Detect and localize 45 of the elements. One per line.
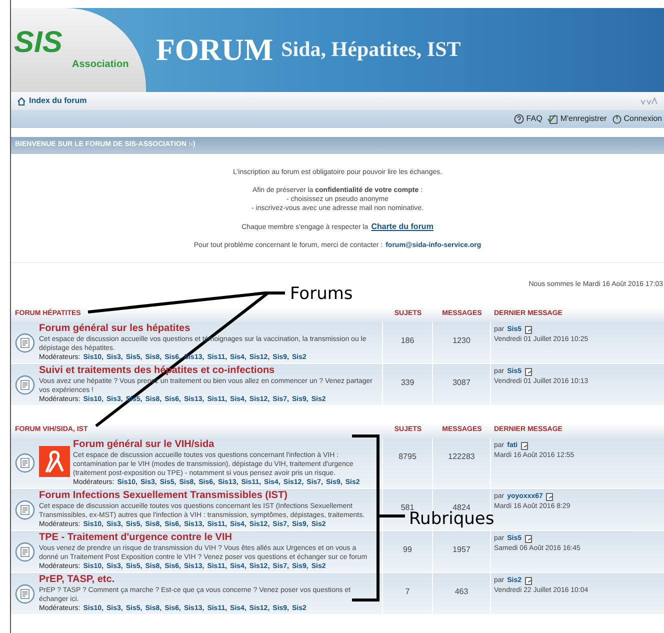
topics-count: 186 xyxy=(400,336,414,345)
home-icon xyxy=(17,96,26,106)
user-link[interactable]: M'enregistrer xyxy=(547,113,607,125)
checkmark-icon xyxy=(547,114,558,124)
logo: SIS xyxy=(14,28,64,56)
topics-count: 8795 xyxy=(398,452,416,461)
index-link[interactable]: Index du forum xyxy=(17,95,87,107)
document-icon xyxy=(15,453,35,473)
posts-count: 1230 xyxy=(452,336,470,345)
banner-title: FORUM xyxy=(156,30,274,69)
topics-count: 7 xyxy=(405,587,410,596)
forum-title-link[interactable]: PrEP, TASP, etc. xyxy=(39,574,374,586)
topics-count: 339 xyxy=(400,378,414,387)
logo-subtitle: Association xyxy=(71,58,130,72)
forum-title-link[interactable]: Forum général sur les hépatites xyxy=(39,323,374,335)
view-post-icon[interactable] xyxy=(524,577,533,585)
posts-count: 4824 xyxy=(452,503,470,512)
posts-count: 463 xyxy=(454,587,468,596)
forum-title-link[interactable]: Forum général sur le VIH/sida xyxy=(73,439,374,451)
forum-title-link[interactable]: TPE - Traitement d'urgence contre le VIH xyxy=(39,532,374,544)
annotation-label: Forums xyxy=(290,284,353,304)
view-post-icon[interactable] xyxy=(520,442,529,450)
document-icon xyxy=(15,500,35,520)
power-icon xyxy=(612,114,622,124)
document-icon xyxy=(15,332,35,352)
user-link[interactable]: FAQ xyxy=(514,113,542,125)
annotation-label: Rubriques xyxy=(409,509,494,529)
posts-count: 3087 xyxy=(452,378,470,387)
banner-subtitle: Sida, Hépatites, IST xyxy=(281,36,461,64)
view-post-icon[interactable] xyxy=(546,493,554,501)
view-post-icon[interactable] xyxy=(524,535,533,543)
posts-count: 122283 xyxy=(448,452,475,461)
topics-count: 581 xyxy=(400,503,414,512)
document-icon xyxy=(15,374,35,394)
notice-link[interactable]: Charte du forum xyxy=(371,222,434,231)
topics-count: 99 xyxy=(403,545,412,554)
document-icon xyxy=(15,584,35,604)
user-link[interactable]: Connexion xyxy=(612,113,662,125)
help-icon xyxy=(514,114,524,124)
ribbon-icon xyxy=(39,446,70,477)
view-post-icon[interactable] xyxy=(524,368,533,376)
document-icon xyxy=(15,542,35,562)
posts-count: 1957 xyxy=(452,545,470,554)
view-post-icon[interactable] xyxy=(524,326,533,334)
forum-title-link[interactable]: Forum Infections Sexuellement Transmissibles (IST) xyxy=(39,490,374,502)
